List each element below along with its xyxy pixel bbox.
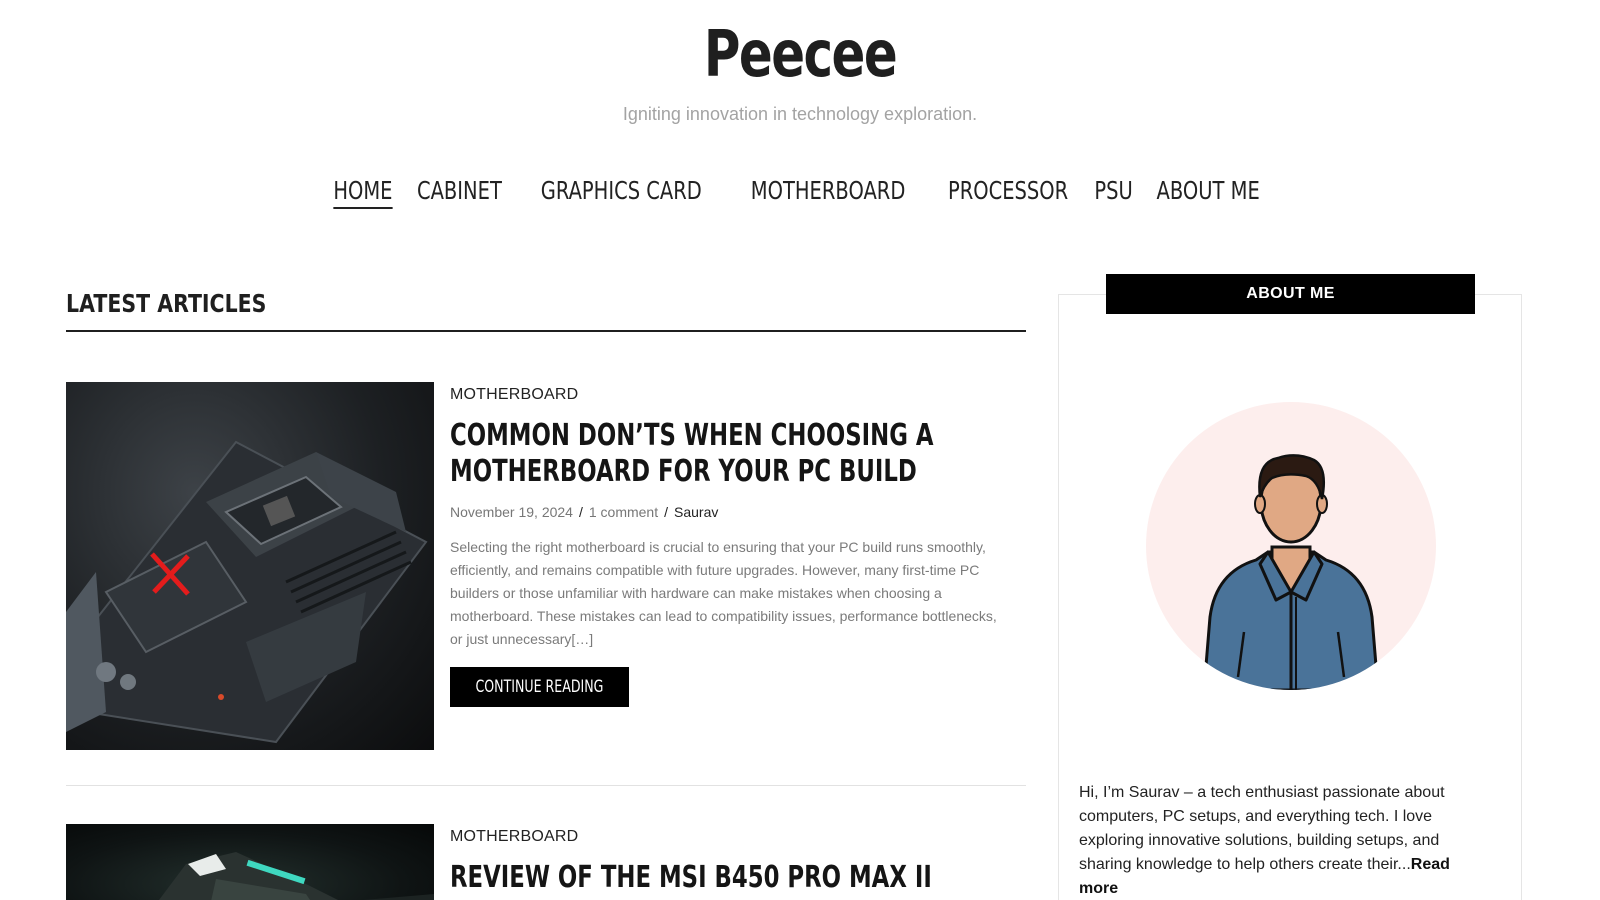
site-header: Peecee Igniting innovation in technology… — [0, 0, 1600, 240]
meta-separator: / — [664, 504, 668, 520]
article-thumbnail[interactable] — [66, 824, 434, 900]
article-excerpt: Selecting the right motherboard is cruci… — [450, 539, 997, 647]
section-title: LATEST ARTICLES — [66, 289, 267, 318]
article-title[interactable]: COMMON DON’TS WHEN CHOOSING A MOTHERBOAR… — [450, 418, 1028, 490]
main-content: LATEST ARTICLES MOTHERBOARD COMMON DON’T… — [66, 280, 1026, 900]
nav-item-cabinet[interactable]: CABINET — [417, 176, 502, 209]
article-divider — [66, 785, 1026, 786]
article-category[interactable]: MOTHERBOARD — [450, 386, 1020, 404]
about-text-body: Hi, I’m Saurav – a tech enthusiast passi… — [1079, 784, 1445, 873]
nav-item-motherboard[interactable]: MOTHERBOARD — [750, 176, 905, 209]
article-body: MOTHERBOARD REVIEW OF THE MSI B450 PRO M… — [450, 824, 1020, 896]
article-body: MOTHERBOARD COMMON DON’TS WHEN CHOOSING … — [450, 382, 1020, 707]
article-date[interactable]: November 19, 2024 — [450, 504, 573, 520]
article-comments[interactable]: 1 comment — [589, 504, 658, 520]
article-title[interactable]: REVIEW OF THE MSI B450 PRO MAX II — [450, 860, 1028, 896]
article-thumbnail[interactable] — [66, 382, 434, 750]
main-nav: HOME CABINET GRAPHICS CARD MOTHERBOARD P… — [0, 176, 1600, 209]
section-divider — [66, 330, 1026, 332]
about-text: Hi, I’m Saurav – a tech enthusiast passi… — [1079, 781, 1479, 900]
site-tagline: Igniting innovation in technology explor… — [622, 104, 978, 124]
article-author[interactable]: Saurav — [674, 504, 718, 520]
article-card: MOTHERBOARD REVIEW OF THE MSI B450 PRO M… — [66, 824, 1026, 900]
meta-separator: / — [578, 504, 583, 520]
article-card: MOTHERBOARD COMMON DON’TS WHEN CHOOSING … — [66, 382, 1026, 752]
nav-item-about-me[interactable]: ABOUT ME — [1157, 176, 1260, 209]
person-illustration — [1202, 454, 1380, 690]
continue-reading-button[interactable]: CONTINUE READING — [450, 667, 629, 707]
motherboard-image — [159, 852, 434, 900]
nav-item-home[interactable]: HOME — [333, 176, 393, 209]
continue-reading-label: CONTINUE READING — [475, 677, 604, 697]
avatar — [1146, 402, 1436, 690]
motherboard-image — [66, 440, 428, 744]
site-title[interactable]: Peecee — [176, 18, 1424, 92]
article-meta: November 19, 2024 / 1 comment / Saurav — [450, 504, 1020, 520]
article-category[interactable]: MOTHERBOARD — [450, 828, 1020, 846]
nav-item-processor[interactable]: PROCESSOR — [948, 176, 1068, 209]
widget-title: ABOUT ME — [1106, 274, 1475, 314]
nav-item-psu[interactable]: PSU — [1094, 176, 1132, 209]
nav-item-graphics-card[interactable]: GRAPHICS CARD — [541, 176, 702, 209]
